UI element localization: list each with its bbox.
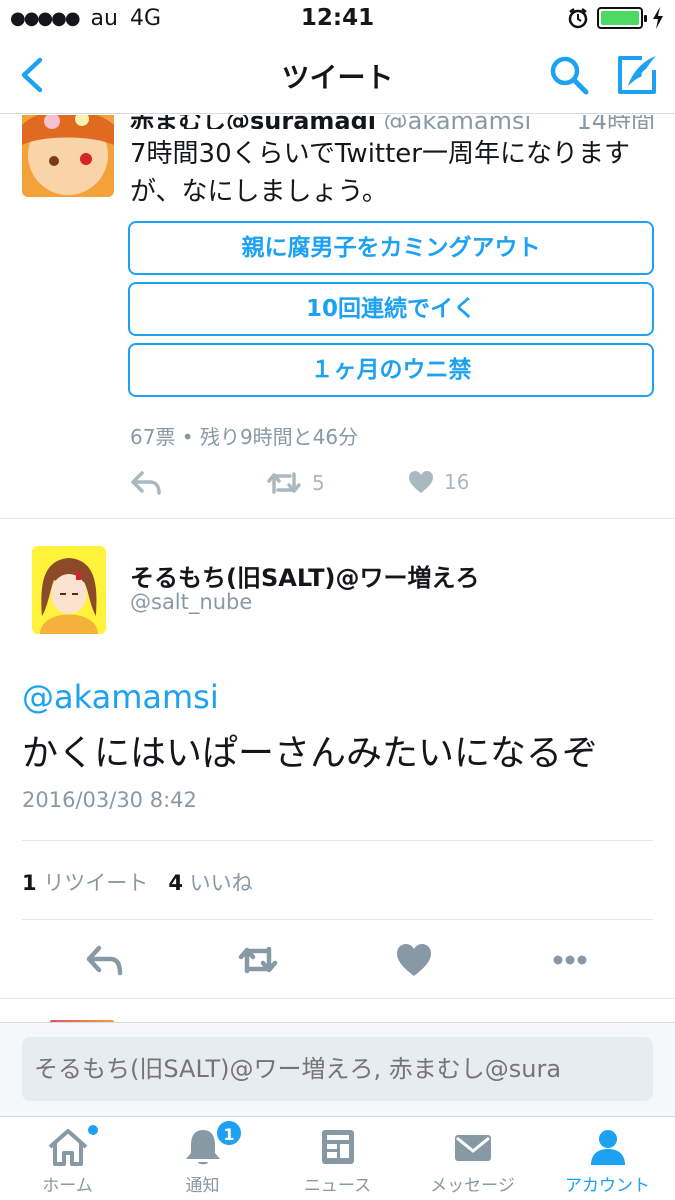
retweet-count: 5	[312, 471, 325, 495]
reply-icon	[131, 471, 161, 495]
reply-button[interactable]	[130, 470, 162, 496]
envelope-icon	[455, 1135, 491, 1161]
tweet-actions	[0, 940, 675, 984]
notification-badge: 1	[215, 1119, 243, 1147]
tab-bar: ホーム 1 通知 ニュース メッセージ アカウント	[0, 1116, 675, 1200]
poll-tweet[interactable]: 赤まむし@suramagi @akamamsi 14時間 7時間30くらいでTw…	[0, 115, 675, 519]
heart-icon	[409, 471, 433, 493]
tab-account[interactable]: アカウント	[540, 1117, 675, 1200]
battery-icon	[597, 7, 647, 29]
divider	[0, 998, 675, 999]
tab-label: 通知	[185, 1176, 220, 1196]
heart-icon[interactable]	[394, 940, 434, 980]
poll-option-1[interactable]: 親に腐男子をカミングアウト	[128, 221, 654, 275]
retweet-count[interactable]: 1	[22, 871, 37, 895]
like-count: 16	[444, 470, 470, 494]
tweet-text: 7時間30くらいでTwitter一周年になりますが、なにしましょう。	[130, 139, 630, 207]
tab-news[interactable]: ニュース	[270, 1117, 405, 1200]
alarm-icon	[568, 8, 588, 29]
tab-notifications[interactable]: 1 通知	[135, 1117, 270, 1200]
home-icon	[48, 1129, 88, 1166]
avatar[interactable]	[32, 546, 106, 634]
like-button[interactable]: 16	[408, 470, 469, 494]
tab-messages[interactable]: メッセージ	[405, 1117, 540, 1200]
tab-label: ニュース	[303, 1176, 372, 1196]
nav-bar: ツイート	[0, 38, 675, 114]
tab-label: ホーム	[42, 1176, 93, 1196]
reply-icon[interactable]	[84, 940, 124, 980]
avatar[interactable]	[22, 115, 114, 197]
tweet-time: 14時間	[576, 115, 655, 129]
poll-tweet-header: 赤まむし@suramagi @akamamsi 14時間	[130, 115, 655, 129]
author-name[interactable]: そるもち(旧SALT)@ワー増えろ	[130, 558, 480, 593]
more-icon[interactable]	[550, 940, 590, 980]
tweet-text: かくにはいぱーさんみたいになるぞ	[22, 733, 599, 774]
reply-bar	[0, 1022, 675, 1116]
divider	[22, 840, 653, 841]
like-count[interactable]: 4	[168, 871, 183, 895]
author-name[interactable]: 赤まむし@suramagi	[130, 115, 376, 129]
retweet-icon[interactable]	[238, 940, 278, 980]
retweet-icon	[267, 472, 301, 494]
like-label[interactable]: いいね	[190, 871, 253, 895]
poll-option-2[interactable]: 10回連続でイく	[128, 282, 654, 336]
tab-label: アカウント	[565, 1176, 650, 1196]
author-handle: @akamamsi	[383, 115, 532, 129]
author-handle: @salt_nube	[130, 590, 253, 614]
news-icon	[322, 1130, 354, 1164]
divider	[0, 518, 675, 519]
person-icon	[591, 1130, 625, 1165]
retweet-label[interactable]: リツイート	[43, 871, 148, 895]
divider	[22, 919, 653, 920]
search-icon[interactable]	[548, 54, 590, 96]
compose-icon[interactable]	[614, 52, 660, 98]
tweet-actions: 5 16	[130, 470, 550, 504]
poll-meta: 67票 • 残り9時間と46分	[130, 425, 359, 449]
reply-input[interactable]	[22, 1037, 653, 1101]
status-right	[567, 6, 665, 30]
tweet-date: 2016/03/30 8:42	[22, 788, 197, 812]
charging-icon	[653, 7, 663, 29]
tweet-stats: 1 リツイート 4 いいね	[22, 867, 253, 897]
poll-option-3[interactable]: １ヶ月のウニ禁	[128, 343, 654, 397]
unread-dot	[88, 1125, 98, 1135]
retweet-button[interactable]: 5	[266, 470, 325, 496]
status-bar: ●●●●● au 4G 12:41	[0, 0, 675, 38]
tab-home[interactable]: ホーム	[0, 1117, 135, 1200]
tab-label: メッセージ	[430, 1176, 515, 1196]
mention-link[interactable]: @akamamsi	[22, 678, 219, 716]
